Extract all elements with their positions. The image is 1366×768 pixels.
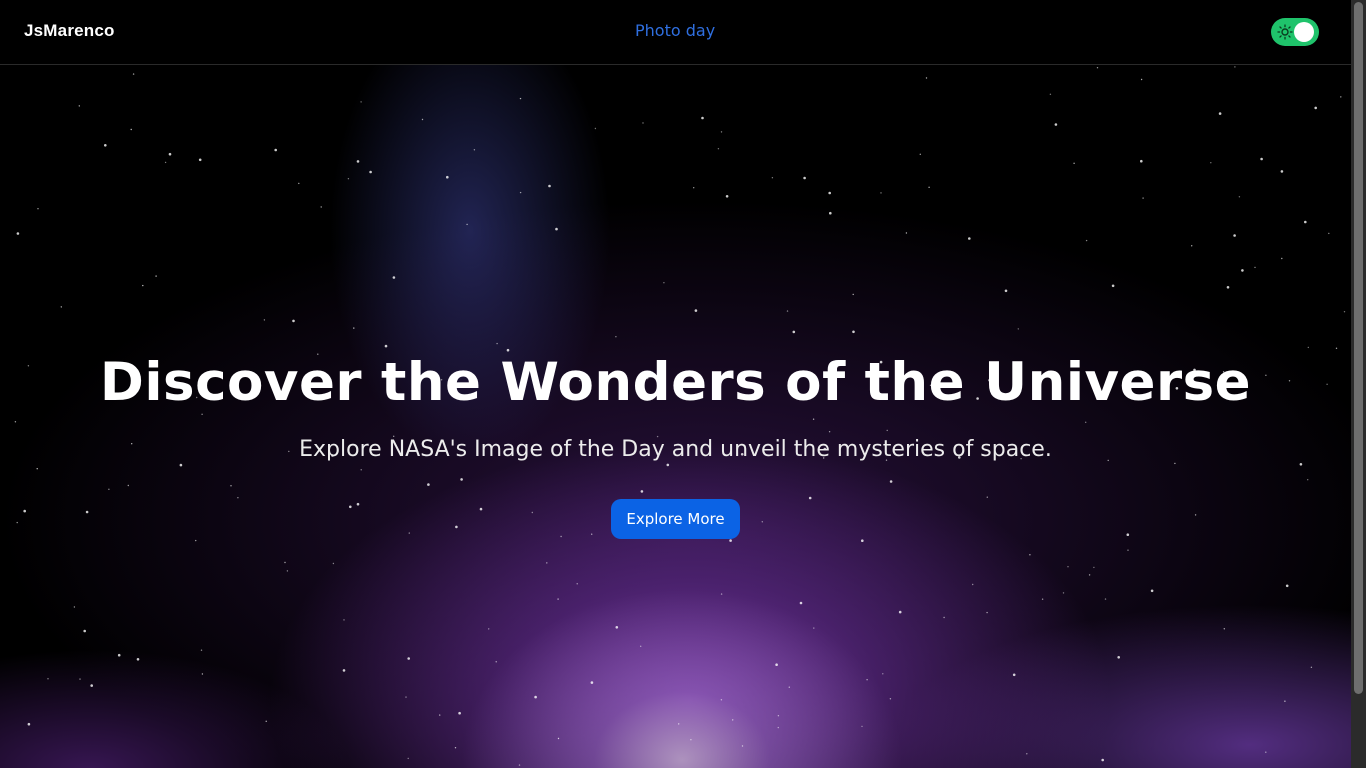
explore-more-button[interactable]: Explore More xyxy=(611,499,740,539)
nav-link-photo-day[interactable]: Photo day xyxy=(635,21,715,40)
navbar: JsMarenco Photo day xyxy=(0,0,1351,65)
hero-title: Discover the Wonders of the Universe xyxy=(99,352,1252,413)
toggle-knob xyxy=(1294,22,1314,42)
page: JsMarenco Photo day Discover the Wonders… xyxy=(0,0,1366,768)
brand-logo[interactable]: JsMarenco xyxy=(24,21,115,41)
hero-subtitle: Explore NASA's Image of the Day and unve… xyxy=(299,437,1052,462)
sun-icon xyxy=(1277,24,1293,40)
vertical-scrollbar[interactable] xyxy=(1351,0,1366,768)
hero-section: Discover the Wonders of the Universe Exp… xyxy=(0,0,1351,768)
theme-toggle[interactable] xyxy=(1271,18,1319,46)
scrollbar-thumb[interactable] xyxy=(1354,2,1363,694)
